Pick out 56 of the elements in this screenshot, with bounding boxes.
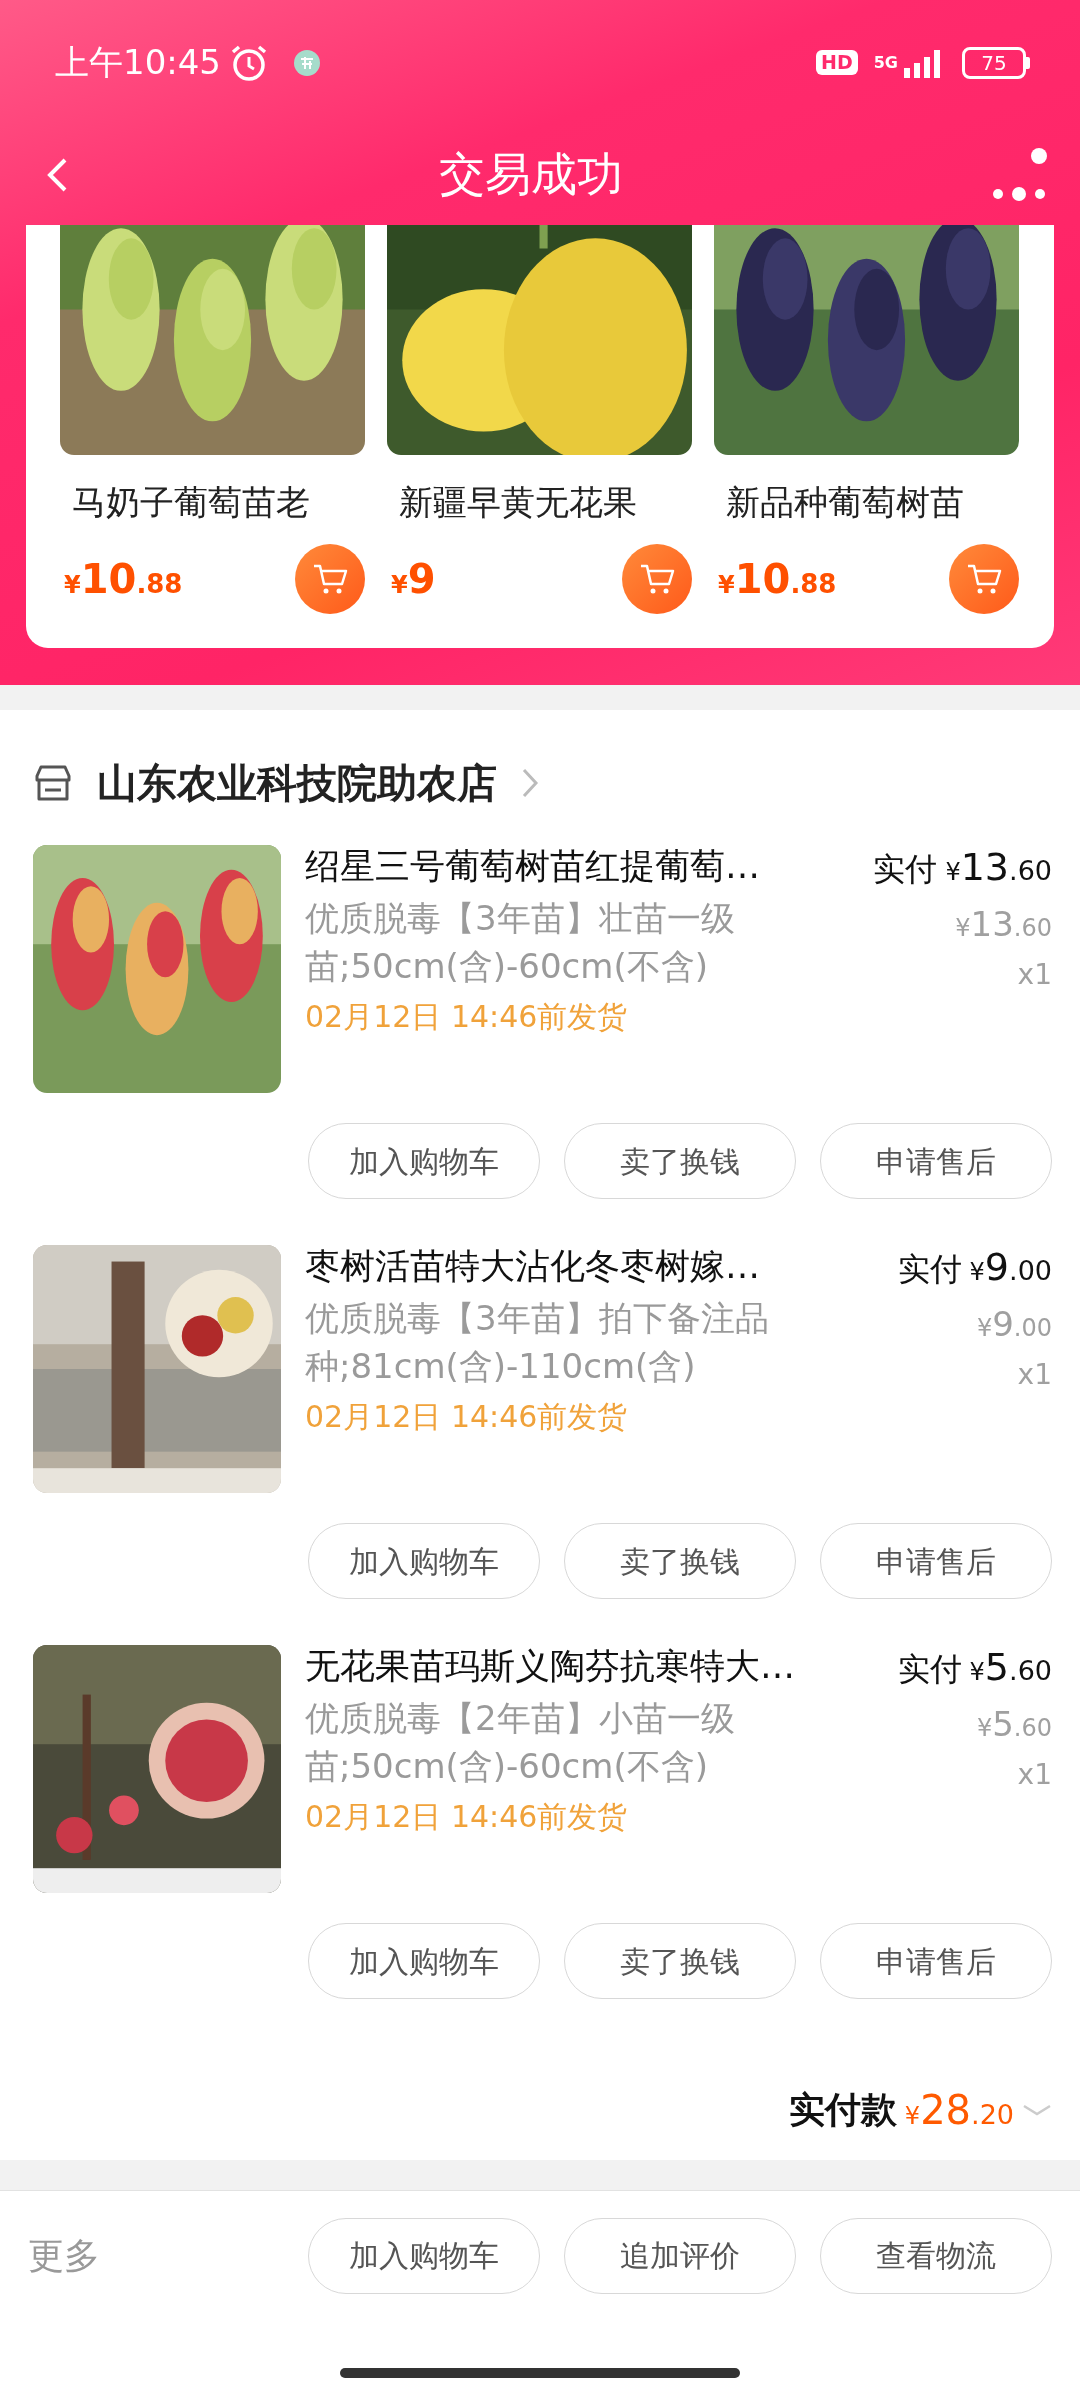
paid-label: 实付	[897, 1650, 962, 1688]
product-name[interactable]: 新疆早黄无花果	[399, 477, 692, 528]
total-label: 实付款	[788, 2088, 897, 2132]
total-price: ¥28.20	[904, 2086, 1014, 2135]
page-title: 交易成功	[438, 147, 623, 203]
cart-icon	[966, 562, 1002, 596]
unit-price: ¥13.60	[955, 903, 1052, 944]
network-label: 5G	[873, 54, 898, 71]
cart-icon	[312, 562, 348, 596]
shipping-deadline: 02月12日 14:46前发货	[305, 1798, 629, 1837]
store-name[interactable]: 山东农业科技院助农店	[97, 752, 497, 813]
item-spec: 优质脱毒【3年苗】壮苗一级苗;50cm(含)-60cm(不含)	[305, 897, 736, 988]
status-time: 上午10:45	[55, 41, 221, 84]
order-action-button[interactable]: 追加评价	[564, 2217, 796, 2294]
order-action-button[interactable]: 卖了换钱	[564, 1923, 796, 1999]
order-item-title[interactable]: 枣树活苗特大沾化冬枣树嫁…	[305, 1245, 874, 1287]
product-name[interactable]: 马奶子葡萄苗老	[72, 477, 365, 528]
product-name[interactable]: 新品种葡萄树苗	[726, 477, 1019, 528]
order-action-button[interactable]: 加入购物车	[308, 1523, 540, 1599]
product-price: ¥10.88	[64, 555, 183, 604]
order-action-button[interactable]: 卖了换钱	[564, 1523, 796, 1599]
paid-label: 实付	[897, 1250, 962, 1288]
chevron-down-icon[interactable]	[1022, 2103, 1052, 2117]
order-action-button[interactable]: 申请售后	[820, 1523, 1052, 1599]
product-price: ¥10.88	[718, 555, 837, 604]
product-price: ¥9	[391, 555, 436, 604]
order-action-button[interactable]: 申请售后	[820, 1923, 1052, 1999]
order-item-title[interactable]: 无花果苗玛斯义陶芬抗寒特大…	[305, 1645, 874, 1687]
shipping-deadline: 02月12日 14:46前发货	[305, 998, 629, 1037]
chevron-icon[interactable]	[521, 766, 539, 799]
back-icon[interactable]	[45, 157, 69, 193]
order-action-button[interactable]: 卖了换钱	[564, 1123, 796, 1199]
order-action-button[interactable]: 查看物流	[820, 2217, 1052, 2294]
unit-price: ¥5.60	[976, 1703, 1052, 1744]
order-action-button[interactable]: 加入购物车	[308, 1123, 540, 1199]
battery-indicator: 75	[962, 46, 1030, 79]
item-spec: 优质脱毒【3年苗】拍下备注品种;81cm(含)-110cm(含)	[305, 1297, 770, 1388]
app-icon	[293, 48, 321, 77]
store-icon	[33, 763, 73, 802]
order-item-title[interactable]: 绍星三号葡萄树苗红提葡萄…	[305, 845, 850, 887]
cart-icon	[639, 562, 675, 596]
order-action-button[interactable]: 加入购物车	[308, 1923, 540, 1999]
item-quantity: x1	[1017, 957, 1052, 991]
unit-price: ¥9.00	[976, 1303, 1052, 1344]
paid-price: ¥9.00	[969, 1250, 1052, 1288]
paid-price: ¥5.60	[969, 1650, 1052, 1688]
more-icon[interactable]	[992, 147, 1050, 203]
item-quantity: x1	[1017, 1757, 1052, 1791]
order-action-button[interactable]: 申请售后	[820, 1123, 1052, 1199]
hd-badge: HD	[816, 50, 858, 75]
item-spec: 优质脱毒【2年苗】小苗一级苗;50cm(含)-60cm(不含)	[305, 1697, 736, 1788]
shipping-deadline: 02月12日 14:46前发货	[305, 1398, 629, 1437]
paid-label: 实付	[873, 850, 938, 888]
paid-price: ¥13.60	[945, 850, 1052, 888]
order-action-button[interactable]: 加入购物车	[308, 2217, 540, 2294]
item-quantity: x1	[1017, 1357, 1052, 1391]
